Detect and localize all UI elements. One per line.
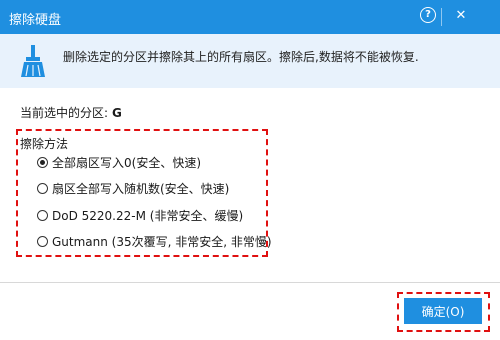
window-title: 擦除硬盘 (9, 13, 62, 28)
wipe-option-gutmann[interactable]: Gutmann (35次覆写, 非常安全, 非常慢) (37, 233, 272, 250)
wipe-option-label: Gutmann (35次覆写, 非常安全, 非常慢) (52, 235, 272, 249)
radio-unselected-icon[interactable] (37, 236, 48, 247)
radio-unselected-icon[interactable] (37, 210, 48, 221)
titlebar-divider (441, 8, 442, 26)
close-button[interactable]: ✕ (451, 5, 471, 25)
wipe-option-label: 全部扇区写入0(安全、快速) (52, 156, 201, 170)
title-bar: 擦除硬盘 ? ✕ (0, 0, 500, 34)
help-button[interactable]: ? (418, 5, 438, 25)
ok-button[interactable]: 确定(O) (404, 298, 482, 324)
wipe-option-random[interactable]: 扇区全部写入随机数(安全、快速) (37, 180, 229, 197)
info-banner: 删除选定的分区并擦除其上的所有扇区。擦除后,数据将不能被恢复. (0, 34, 500, 88)
wipe-option-label: 扇区全部写入随机数(安全、快速) (52, 182, 230, 196)
wipe-method-title: 擦除方法 (20, 137, 69, 151)
selected-partition-value: G (112, 106, 122, 120)
selected-partition-label: 当前选中的分区: (20, 106, 109, 120)
wipe-option-dod[interactable]: DoD 5220.22-M (非常安全、缓慢) (37, 207, 243, 224)
selected-partition-line: 当前选中的分区: G (20, 104, 122, 121)
radio-selected-icon[interactable] (37, 157, 48, 168)
broom-icon (21, 45, 45, 77)
wipe-option-label: DoD 5220.22-M (非常安全、缓慢) (52, 209, 244, 223)
close-icon: ✕ (455, 7, 467, 23)
radio-unselected-icon[interactable] (37, 183, 48, 194)
wipe-option-zero[interactable]: 全部扇区写入0(安全、快速) (37, 154, 201, 171)
help-icon: ? (420, 7, 436, 23)
footer-divider (0, 282, 500, 283)
banner-warning-text: 删除选定的分区并擦除其上的所有扇区。擦除后,数据将不能被恢复. (63, 50, 419, 64)
